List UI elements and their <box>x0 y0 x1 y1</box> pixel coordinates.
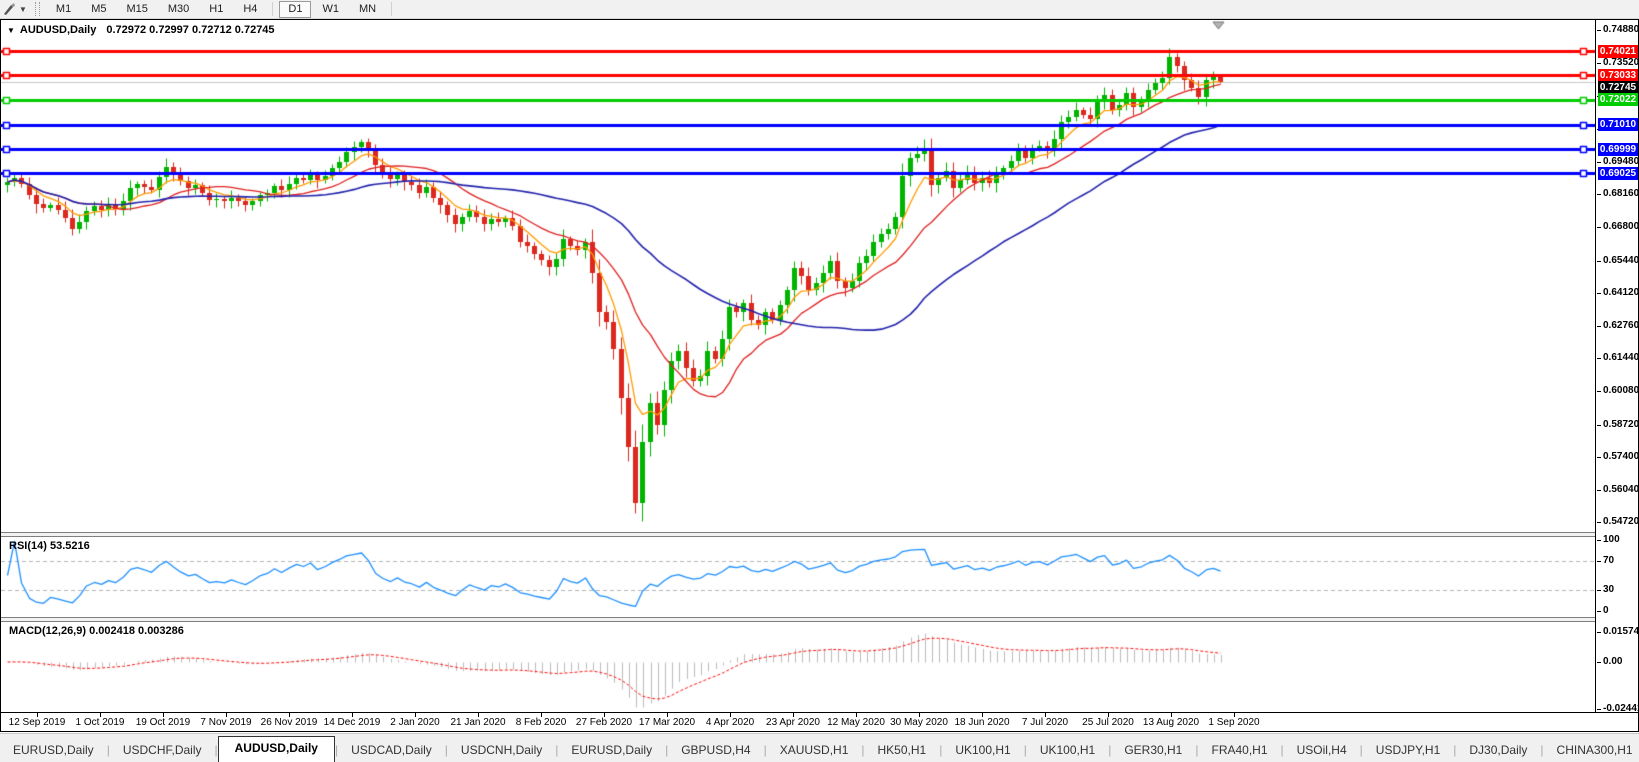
timeframe-button-w1[interactable]: W1 <box>313 1 348 18</box>
rsi-tick-mark <box>1597 590 1601 591</box>
rsi-label: RSI(14) 53.5216 <box>9 540 90 552</box>
price-level-badge: 0.72022 <box>1598 93 1638 106</box>
rsi-tick-label: 70 <box>1603 555 1615 566</box>
toolbar-grip[interactable] <box>34 2 40 16</box>
chart-tab-usdchf-daily[interactable]: USDCHF,Daily <box>110 739 215 762</box>
chart-tab-usdcad-daily[interactable]: USDCAD,Daily <box>338 739 445 762</box>
macd-tick-mark <box>1597 632 1601 633</box>
price-tick-mark <box>1597 358 1601 359</box>
chart-tab-fra40-h1[interactable]: FRA40,H1 <box>1198 739 1280 762</box>
chart-tab-xauusd-h1[interactable]: XAUUSD,H1 <box>767 739 862 762</box>
chart-tab-ger30-h1[interactable]: GER30,H1 <box>1111 739 1195 762</box>
timeframe-separator <box>272 2 274 16</box>
chart-ohlc-values: 0.72972 0.72997 0.72712 0.72745 <box>106 24 275 36</box>
price-tick-label: 0.60080 <box>1603 385 1639 396</box>
timeframe-button-h4[interactable]: H4 <box>234 1 266 18</box>
rsi-tick-mark <box>1597 561 1601 562</box>
price-tick-label: 0.69480 <box>1603 156 1639 167</box>
chart-tab-bar: EURUSD,Daily | USDCHF,Daily | AUDUSD,Daily | U… <box>0 733 1639 762</box>
rsi-tick-mark <box>1597 611 1601 612</box>
price-tick-mark <box>1597 30 1601 31</box>
chart-tab-uk100-h1[interactable]: UK100,H1 <box>942 739 1023 762</box>
timeframe-button-mn[interactable]: MN <box>350 1 385 18</box>
price-tick-label: 0.54720 <box>1603 516 1639 527</box>
macd-tick-mark <box>1597 709 1601 710</box>
macd-tick-mark <box>1597 662 1601 663</box>
rsi-tick-mark <box>1597 540 1601 541</box>
timeframe-button-d1[interactable]: D1 <box>279 0 312 18</box>
macd-panel-canvas[interactable] <box>1 622 1595 712</box>
chart-tab-gbpusd-h4[interactable]: GBPUSD,H4 <box>668 739 763 762</box>
date-axis[interactable]: 12 Sep 2019 1 Oct 2019 19 Oct 2019 7 Nov 20… <box>1 712 1638 731</box>
chart-title: ▼ AUDUSD,Daily 0.72972 0.72997 0.72712 0.7… <box>7 24 275 36</box>
price-tick-label: 0.64120 <box>1603 287 1639 298</box>
chart-tab-usdjpy-h1[interactable]: USDJPY,H1 <box>1363 739 1453 762</box>
chart-tab-china300-h1[interactable]: CHINA300,H1 <box>1544 739 1639 762</box>
metatrader-window: ▼ M1 M5 M15 M30 H1 H4 D1 W1 MN ▼ AUDUSD,Daily 0.72… <box>0 0 1639 762</box>
timeframe-separator <box>391 2 393 16</box>
price-tick-mark <box>1597 227 1601 228</box>
price-axis[interactable]: 0.748800.735200.721600.708400.694800.681… <box>1595 20 1639 714</box>
macd-tick-label: 0.015741 <box>1603 626 1639 637</box>
price-tick-mark <box>1597 326 1601 327</box>
price-tick-mark <box>1597 261 1601 262</box>
price-tick-mark <box>1597 293 1601 294</box>
chart-tab-usoil-h4[interactable]: USOil,H4 <box>1284 739 1360 762</box>
timeframe-button-m1[interactable]: M1 <box>47 1 80 18</box>
price-tick-mark <box>1597 522 1601 523</box>
chart-tab-usdcnh-daily[interactable]: USDCNH,Daily <box>448 739 555 762</box>
macd-tick-label: 0.00 <box>1603 656 1623 667</box>
dropdown-caret-icon[interactable]: ▼ <box>19 5 27 14</box>
price-tick-label: 0.62760 <box>1603 320 1639 331</box>
rsi-panel-canvas[interactable] <box>1 537 1595 617</box>
price-tick-mark <box>1597 194 1601 195</box>
price-tick-label: 0.57400 <box>1603 451 1639 462</box>
chart-tab-uk100-h1[interactable]: UK100,H1 <box>1027 739 1108 762</box>
price-tick-mark <box>1597 391 1601 392</box>
timeframe-toolbar: M1 M5 M15 M30 H1 H4 D1 W1 MN <box>46 0 397 18</box>
price-tick-label: 0.56040 <box>1603 484 1639 495</box>
rsi-tick-label: 0 <box>1603 605 1609 616</box>
chart-window: ▼ AUDUSD,Daily 0.72972 0.72997 0.72712 0.7… <box>0 19 1639 732</box>
price-level-badge: 0.69999 <box>1598 143 1638 156</box>
price-tick-mark <box>1597 490 1601 491</box>
price-tick-label: 0.68160 <box>1603 188 1639 199</box>
price-tick-mark <box>1597 425 1601 426</box>
rsi-tick-label: 30 <box>1603 584 1615 595</box>
window-menu-icon[interactable]: ▼ <box>7 26 15 35</box>
chart-tabs: EURUSD,Daily | USDCHF,Daily | AUDUSD,Daily | U… <box>0 736 1639 762</box>
timeframe-button-m15[interactable]: M15 <box>117 1 156 18</box>
chart-tab-eurusd-daily[interactable]: EURUSD,Daily <box>558 739 665 762</box>
price-tick-label: 0.73520 <box>1603 57 1639 68</box>
price-level-badge: 0.71010 <box>1598 118 1638 131</box>
price-tick-label: 0.66800 <box>1603 221 1639 232</box>
price-tick-mark <box>1597 63 1601 64</box>
price-tick-mark <box>1597 457 1601 458</box>
chart-tab-audusd-daily[interactable]: AUDUSD,Daily <box>217 736 335 762</box>
chart-tab-hk50-h1[interactable]: HK50,H1 <box>865 739 940 762</box>
date-label: 1 Sep 2020 <box>1208 717 1260 728</box>
price-level-badge: 0.74021 <box>1598 45 1638 58</box>
price-tick-label: 0.58720 <box>1603 419 1639 430</box>
timeframe-button-h1[interactable]: H1 <box>200 1 232 18</box>
price-tick-label: 0.74880 <box>1603 24 1639 35</box>
price-tick-label: 0.65440 <box>1603 255 1639 266</box>
rsi-tick-label: 100 <box>1603 534 1620 545</box>
timeframe-button-m5[interactable]: M5 <box>82 1 115 18</box>
chart-tab-dj30-daily[interactable]: DJ30,Daily <box>1456 739 1540 762</box>
main-chart-canvas[interactable] <box>1 20 1595 532</box>
chart-symbol-label: AUDUSD,Daily <box>19 24 97 36</box>
price-tick-label: 0.61440 <box>1603 352 1639 363</box>
cursor-tool-icon[interactable] <box>2 2 18 16</box>
chart-tab-eurusd-daily[interactable]: EURUSD,Daily <box>0 739 107 762</box>
timeframe-button-m30[interactable]: M30 <box>159 1 198 18</box>
price-tick-mark <box>1597 162 1601 163</box>
top-toolbar: ▼ M1 M5 M15 M30 H1 H4 D1 W1 MN <box>0 0 1639 19</box>
price-level-badge: 0.69025 <box>1598 167 1638 180</box>
macd-label: MACD(12,26,9) 0.002418 0.003286 <box>9 625 184 637</box>
